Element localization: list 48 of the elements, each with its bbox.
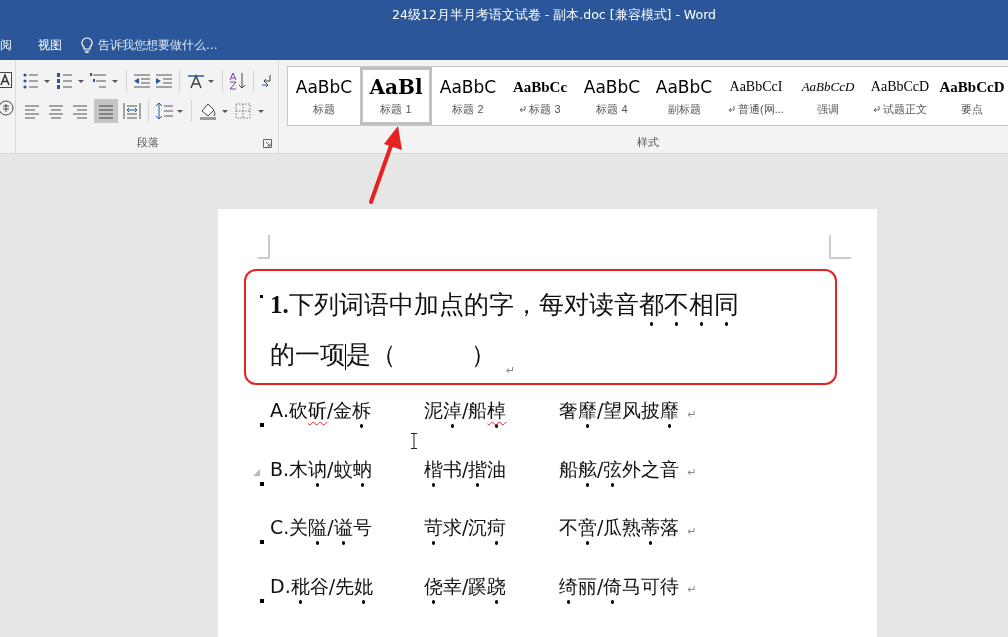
window-title: 24级12月半月考语文试卷 - 副本.doc [兼容模式] - Word (392, 6, 716, 24)
paragraph-mark: ↵ (687, 583, 697, 597)
decrease-indent-icon[interactable] (133, 73, 151, 89)
paragraph-mark: ↵ (687, 524, 697, 538)
question-text: 的一项是（ ） (270, 339, 496, 372)
ribbon-tab[interactable]: 视图 (25, 30, 75, 60)
option-text: 苛求/沉疴 (424, 516, 559, 547)
paragraph-mark (260, 540, 264, 544)
ribbon-tab[interactable]: 阅 (0, 30, 25, 60)
option-text: 不啻/瓜熟蒂落 (559, 516, 680, 547)
show-marks-icon[interactable] (260, 73, 274, 89)
option-text: 楷书/揩油 (424, 457, 559, 488)
option-text: D.秕谷/先妣 (270, 574, 424, 605)
character-border-icon (0, 72, 12, 88)
line-spacing-icon[interactable] (155, 101, 185, 121)
paragraph-mark (260, 598, 264, 603)
paragraph-mark (260, 295, 263, 298)
sort-icon[interactable] (229, 72, 247, 90)
style-item[interactable]: AaBl 标题 1 (360, 67, 432, 125)
option-text: 绮丽/倚马可待 (559, 574, 680, 605)
paragraph-mark (260, 423, 264, 427)
option-text: C.关隘/谥号 (270, 516, 424, 547)
paragraph-mark: ↵ (506, 364, 516, 377)
option-text: 奢靡/望风披靡 (559, 399, 680, 430)
bullets-icon[interactable] (22, 72, 52, 90)
question-text: 1.下列词语中加点的字，每对读音都不相同 (270, 285, 739, 327)
character-scaling-icon[interactable] (186, 72, 216, 90)
paragraph-mark: ↵ (687, 407, 697, 421)
option-text: B.木讷/蚊蚋 (270, 457, 424, 488)
text-cursor-icon (410, 433, 418, 449)
paragraph-mark: ↵ (687, 466, 697, 480)
dialog-launcher-icon[interactable] (263, 139, 272, 148)
increase-indent-icon[interactable] (155, 73, 173, 89)
shading-icon[interactable] (198, 101, 230, 121)
multilevel-list-icon[interactable] (90, 72, 120, 90)
group-label: 段落 (137, 134, 159, 150)
tell-me-field[interactable]: 告诉我您想要做什么... (81, 37, 268, 53)
option-text: A.砍斫/金柝 (270, 399, 424, 430)
option-text: 泥淖/船棹 (424, 399, 559, 430)
enclosed-character-icon (0, 100, 14, 116)
paragraph-mark (260, 481, 264, 486)
option-text: 船舷/弦外之音 (559, 457, 680, 488)
lightbulb-icon (81, 37, 93, 53)
group-label: 样式 (636, 134, 659, 150)
option-text: 侥幸/蹊跷 (424, 574, 559, 605)
crop-mark (258, 235, 270, 259)
crop-mark (829, 235, 851, 259)
numbering-icon[interactable] (56, 72, 86, 90)
